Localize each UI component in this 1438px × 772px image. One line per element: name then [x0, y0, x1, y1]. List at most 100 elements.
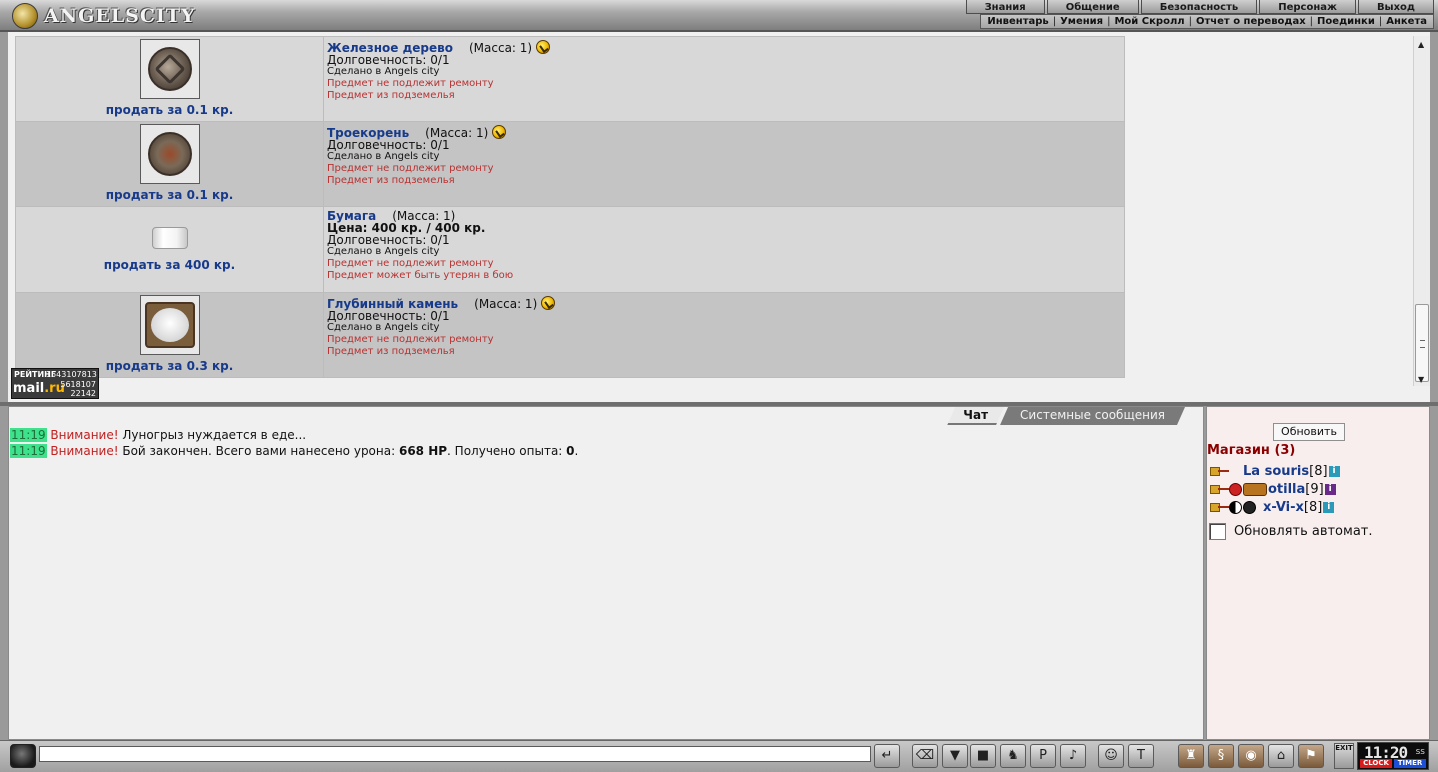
scroll-thumb[interactable] — [1415, 304, 1429, 382]
nav-tab-character[interactable]: Персонаж — [1259, 0, 1356, 14]
runner-icon[interactable]: ♞ — [1000, 744, 1026, 768]
inventory-panel: продать за 0.1 кр. Железное дерево (Масса… — [8, 32, 1430, 402]
clock-seconds-label: ss — [1415, 747, 1425, 757]
message-text: . — [574, 444, 579, 458]
clock-mode-button[interactable]: CLOCK — [1360, 759, 1392, 768]
paper-scroll-icon[interactable] — [148, 222, 192, 254]
inventory-row: продать за 400 кр. Бумага (Масса: 1) Цена… — [15, 206, 1125, 293]
clan-face-icon[interactable] — [1243, 500, 1256, 514]
item-image-cell: продать за 400 кр. — [15, 206, 324, 293]
user-info-icon[interactable]: i — [1324, 483, 1336, 495]
sub-link-inventory[interactable]: Инвентарь — [987, 16, 1048, 27]
tab-system-messages[interactable]: Системные сообщения — [1000, 407, 1185, 425]
scroll-icon[interactable]: § — [1208, 744, 1234, 768]
auto-refresh-label: Обновлять автомат. — [1234, 524, 1373, 539]
item-made-in: Сделано в Angels city — [327, 151, 440, 162]
item-made-in: Сделано в Angels city — [327, 66, 440, 77]
clock-widget: 11:20 ss CLOCK TIMER — [1357, 742, 1429, 770]
nav-tab-security[interactable]: Безопасность — [1140, 0, 1258, 14]
logo-text: ANGELSCITY — [44, 5, 196, 27]
sub-link-profile[interactable]: Анкета — [1386, 16, 1427, 27]
inventory-row: продать за 0.1 кр. Троекорень (Масса: 1) … — [15, 121, 1125, 207]
user-name[interactable]: La souris — [1243, 464, 1309, 479]
private-icon[interactable]: P — [1030, 744, 1056, 768]
filter-icon[interactable]: ▼ — [942, 744, 968, 768]
user-name[interactable]: x-Vi-x — [1263, 500, 1304, 515]
top-nav: Знания Общение Безопасность Персонаж Вых… — [964, 0, 1434, 14]
separator: | — [1052, 16, 1057, 27]
scroll-down-icon[interactable]: ▼ — [1418, 375, 1424, 384]
user-level: [8] — [1309, 463, 1328, 479]
item-durability: Долговечность: 0/1 — [327, 233, 450, 247]
main-scrollbar[interactable]: ▲ ▼ — [1413, 36, 1430, 386]
eraser-icon[interactable]: ⌫ — [912, 744, 938, 768]
sub-link-duels[interactable]: Поединки — [1317, 16, 1375, 27]
user-info-icon[interactable]: i — [1328, 465, 1340, 477]
disk-shape — [147, 132, 192, 176]
guild-emblem-icon[interactable] — [1243, 482, 1267, 496]
item-info-cell: Железное дерево (Масса: 1) Долговечность:… — [323, 36, 1125, 122]
smiley-icon[interactable]: ☺ — [1098, 744, 1124, 768]
chat-mode-icon[interactable] — [10, 744, 36, 768]
sub-link-skills[interactable]: Умения — [1060, 16, 1103, 27]
item-image-cell: продать за 0.3 кр. — [15, 292, 324, 378]
inventory-table: продать за 0.1 кр. Железное дерево (Масса… — [15, 36, 1125, 378]
flag-icon[interactable]: ⚑ — [1298, 744, 1324, 768]
separator: | — [1378, 16, 1383, 27]
attack-action-icon[interactable] — [1209, 500, 1229, 514]
item-no-repair: Предмет не подлежит ремонту — [327, 78, 494, 89]
sell-link[interactable]: продать за 0.3 кр. — [106, 359, 234, 373]
gift-icon — [541, 296, 556, 310]
scroll-up-icon[interactable]: ▲ — [1418, 40, 1424, 49]
timer-mode-button[interactable]: TIMER — [1394, 759, 1426, 768]
location-title: Магазин (3) — [1207, 443, 1296, 458]
refresh-button[interactable]: Обновить — [1273, 423, 1345, 441]
shop-icon[interactable]: ⌂ — [1268, 744, 1294, 768]
user-info-icon[interactable]: i — [1323, 501, 1335, 513]
sub-link-my-scroll[interactable]: Мой Скролл — [1114, 16, 1184, 27]
yin-yang-icon — [1229, 500, 1242, 514]
mail-ru-logo: mail.ru — [13, 381, 65, 396]
inventory-row: продать за 0.1 кр. Железное дерево (Масса… — [15, 36, 1125, 122]
rune-disk-icon[interactable] — [139, 39, 200, 99]
message-warning: Внимание! — [50, 444, 119, 458]
message-time[interactable]: 11:19 — [10, 428, 47, 442]
sell-link[interactable]: продать за 0.1 кр. — [106, 188, 234, 202]
item-info-cell: Бумага (Масса: 1) Цена: 400 кр. / 400 кр.… — [323, 206, 1125, 293]
nav-tab-communication[interactable]: Общение — [1046, 0, 1139, 14]
send-message-icon[interactable]: ↵ — [874, 744, 900, 768]
item-made-in: Сделано в Angels city — [327, 246, 440, 257]
location-panel: Обновить Магазин (3) La souris [8] i oti… — [1206, 406, 1430, 740]
user-row: otilla [9] i — [1209, 481, 1336, 497]
deep-stone-icon[interactable] — [139, 295, 200, 355]
sub-nav: Инвентарь | Умения | Мой Скролл | Отчет … — [980, 14, 1434, 29]
item-no-repair: Предмет не подлежит ремонту — [327, 258, 494, 269]
nav-tab-knowledge[interactable]: Знания — [965, 0, 1045, 14]
message-time[interactable]: 11:19 — [10, 444, 47, 458]
item-mass: (Масса: 1) — [468, 41, 533, 55]
sell-link[interactable]: продать за 400 кр. — [104, 258, 235, 272]
translit-icon[interactable]: T — [1128, 744, 1154, 768]
nav-tab-exit[interactable]: Выход — [1357, 0, 1434, 14]
sub-link-transfer-report[interactable]: Отчет о переводах — [1196, 16, 1306, 27]
attack-action-icon[interactable] — [1209, 464, 1229, 478]
chat-input[interactable] — [39, 746, 871, 762]
rating-counter[interactable]: РЕЙТИНГ 1543107813 mail.ru 5618107 22142 — [11, 368, 99, 399]
user-name[interactable]: otilla — [1268, 482, 1305, 497]
bottom-toolbar: ↵ ⌫ ▼ ■ ♞ P ♪ ☺ T ♜ § ◉ ⌂ ⚑ EXIT 11:20 s… — [0, 740, 1438, 772]
spiral-disk-icon[interactable] — [139, 124, 200, 184]
inventory-row: продать за 0.3 кр. Глубинный камень (Масс… — [15, 292, 1125, 378]
gift-icon — [536, 40, 551, 54]
sell-link[interactable]: продать за 0.1 кр. — [106, 103, 234, 117]
exit-button[interactable]: EXIT — [1334, 743, 1354, 769]
logo[interactable]: ANGELSCITY — [8, 2, 195, 30]
attack-action-icon[interactable] — [1209, 482, 1229, 496]
bag-icon[interactable]: ♜ — [1178, 744, 1204, 768]
camera-icon[interactable]: ◉ — [1238, 744, 1264, 768]
damage-value: 668 HP — [398, 444, 448, 458]
sound-icon[interactable]: ♪ — [1060, 744, 1086, 768]
tab-chat[interactable]: Чат — [947, 407, 1004, 425]
auto-refresh-checkbox[interactable] — [1209, 523, 1226, 540]
save-log-icon[interactable]: ■ — [970, 744, 996, 768]
item-dungeon-origin: Предмет из подземелья — [327, 175, 455, 186]
